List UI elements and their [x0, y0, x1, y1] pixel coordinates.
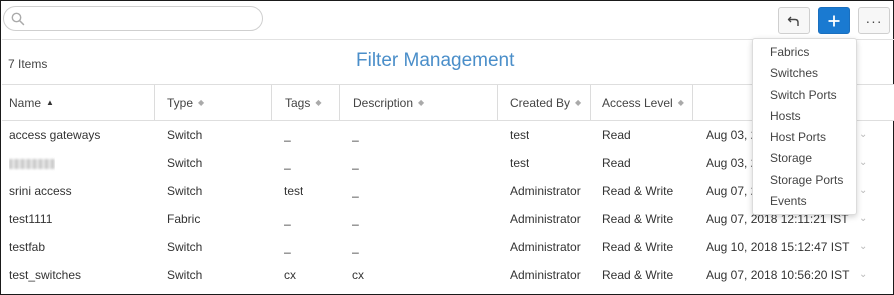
- cell-type: Switch: [167, 240, 203, 254]
- column-header-access-level[interactable]: Access Level ◆: [595, 85, 695, 120]
- page-title: Filter Management: [356, 50, 515, 71]
- chevron-down-icon[interactable]: ⌄: [859, 121, 867, 149]
- cell-date: Aug 07, 2018 10:56:20 IST: [706, 268, 850, 282]
- chevron-down-icon[interactable]: ⌄: [859, 177, 867, 205]
- cell-tags: _: [284, 156, 291, 170]
- sort-icon: ◆: [575, 97, 582, 107]
- column-label: Created By: [510, 95, 571, 110]
- cell-type: Switch: [167, 128, 203, 142]
- column-divider: [271, 85, 272, 120]
- more-options-button[interactable]: ···: [858, 7, 890, 34]
- sort-icon: ◆: [315, 97, 322, 107]
- cell-access-level: Read: [602, 128, 631, 142]
- cell-access-level: Read: [602, 156, 631, 170]
- table-row[interactable]: test_switches Switch cx cx Administrator…: [2, 261, 894, 289]
- menu-item-host-ports[interactable]: Host Ports: [753, 127, 856, 148]
- sort-icon: ◆: [677, 97, 684, 107]
- cell-date: Aug 10, 2018 15:12:47 IST: [706, 240, 850, 254]
- cell-description: _: [352, 128, 359, 142]
- cell-description: _: [352, 156, 359, 170]
- chevron-down-icon[interactable]: ⌄: [859, 149, 867, 177]
- sort-icon: ◆: [418, 97, 425, 107]
- column-header-name[interactable]: Name ▲: [2, 85, 154, 120]
- column-label: Description: [353, 95, 414, 110]
- redacted-text: [9, 158, 55, 169]
- cell-type: Switch: [167, 268, 203, 282]
- cell-name: test1111: [9, 212, 53, 226]
- cell-created-by: test: [510, 128, 530, 142]
- sort-icon: ◆: [198, 97, 205, 107]
- undo-arrow-icon: [787, 16, 799, 26]
- column-label: Type: [167, 95, 194, 110]
- cell-created-by: Administrator: [510, 212, 581, 226]
- items-count: 7 Items: [8, 57, 48, 71]
- cell-created-by: Administrator: [510, 240, 581, 254]
- cell-tags: test: [284, 184, 304, 198]
- cell-name: test_switches: [9, 268, 82, 282]
- cell-access-level: Read & Write: [602, 184, 674, 198]
- cell-description: _: [352, 184, 359, 198]
- cell-created-by: Administrator: [510, 184, 581, 198]
- menu-item-fabrics[interactable]: Fabrics: [753, 42, 856, 63]
- cell-created-by: test: [510, 156, 530, 170]
- column-divider: [339, 85, 340, 120]
- chevron-down-icon[interactable]: ⌄: [859, 261, 867, 289]
- cell-type: Switch: [167, 184, 203, 198]
- column-header-description[interactable]: Description ◆: [346, 85, 496, 120]
- cell-name-redacted: [9, 149, 55, 177]
- search-icon: [11, 12, 25, 26]
- chevron-down-icon[interactable]: ⌄: [859, 233, 867, 261]
- add-filter-button[interactable]: [818, 7, 850, 34]
- column-divider: [154, 85, 155, 120]
- cell-type: Switch: [167, 156, 203, 170]
- column-divider: [590, 85, 591, 120]
- menu-item-events[interactable]: Events: [753, 191, 856, 212]
- column-label: Name: [9, 95, 42, 110]
- table-row[interactable]: testfab Switch _ _ Administrator Read & …: [2, 233, 894, 261]
- add-filter-menu: Fabrics Switches Switch Ports Hosts Host…: [752, 38, 857, 215]
- search-field[interactable]: [3, 6, 263, 31]
- column-divider: [692, 85, 693, 120]
- cell-tags: _: [284, 128, 291, 142]
- filter-management-window: ··· 7 Items Filter Management Name ▲ Typ…: [0, 0, 894, 295]
- column-header-type[interactable]: Type ◆: [160, 85, 270, 120]
- menu-item-hosts[interactable]: Hosts: [753, 106, 856, 127]
- chevron-down-icon[interactable]: ⌄: [859, 205, 867, 233]
- cell-description: cx: [352, 268, 364, 282]
- ellipsis-icon: ···: [865, 12, 883, 29]
- cell-access-level: Read & Write: [602, 240, 674, 254]
- menu-item-storage-ports[interactable]: Storage Ports: [753, 170, 856, 191]
- menu-item-switches[interactable]: Switches: [753, 63, 856, 84]
- menu-item-storage[interactable]: Storage: [753, 148, 856, 169]
- cell-type: Fabric: [167, 212, 201, 226]
- cell-name: srini access: [9, 184, 72, 198]
- cell-tags: cx: [284, 268, 296, 282]
- column-label: Access Level: [602, 95, 673, 110]
- cell-name: testfab: [9, 240, 46, 254]
- cell-tags: _: [284, 212, 291, 226]
- column-header-created-by[interactable]: Created By ◆: [503, 85, 591, 120]
- column-label: Tags: [285, 95, 311, 110]
- cell-tags: _: [284, 240, 291, 254]
- cell-description: _: [352, 240, 359, 254]
- plus-icon: [828, 15, 840, 26]
- column-header-tags[interactable]: Tags ◆: [278, 85, 338, 120]
- sort-ascending-icon: ▲: [46, 97, 54, 107]
- cell-access-level: Read & Write: [602, 212, 674, 226]
- cell-name: access gateways: [9, 128, 101, 142]
- cell-description: _: [352, 212, 359, 226]
- column-divider: [497, 85, 498, 120]
- menu-item-switch-ports[interactable]: Switch Ports: [753, 85, 856, 106]
- cell-created-by: Administrator: [510, 268, 581, 282]
- undo-button[interactable]: [778, 7, 810, 34]
- cell-access-level: Read & Write: [602, 268, 674, 282]
